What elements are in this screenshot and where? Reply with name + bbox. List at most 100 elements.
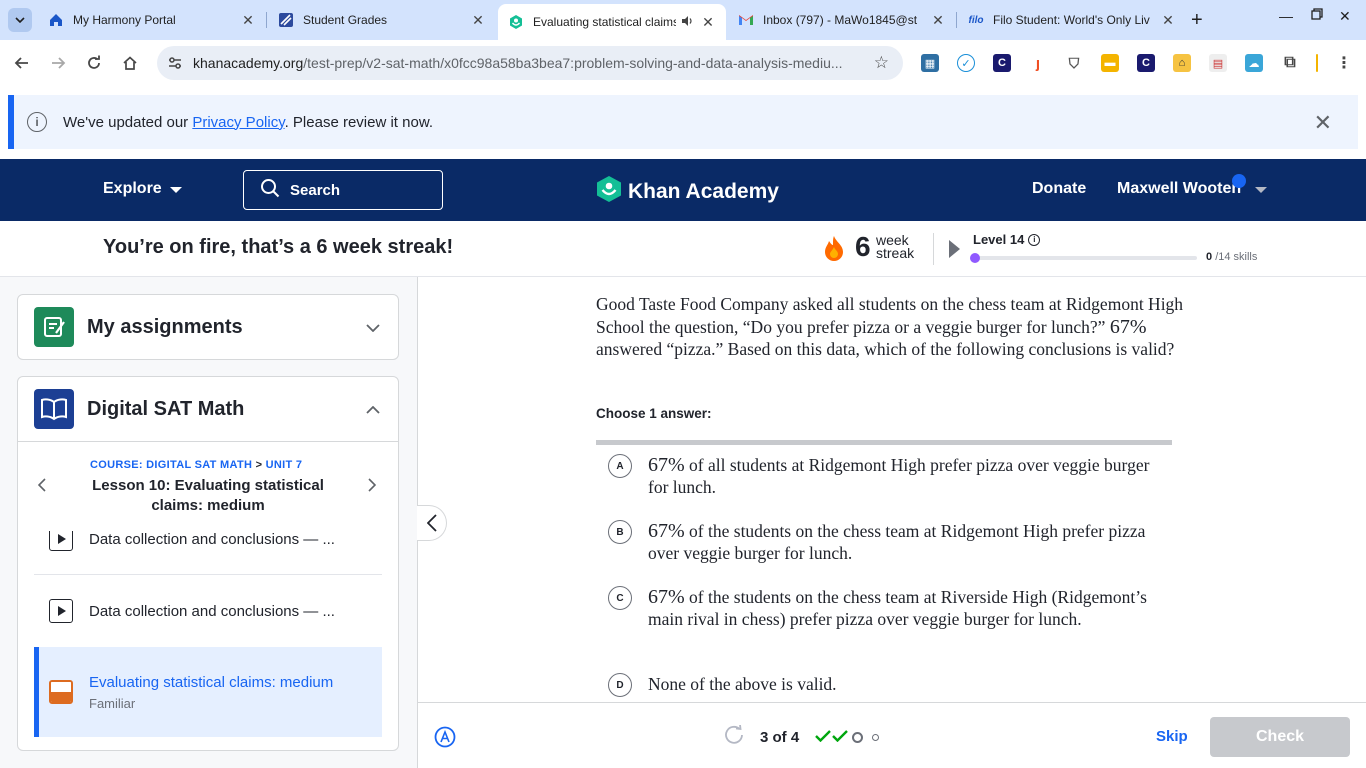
tab-title: Student Grades — [303, 13, 388, 27]
tab-title: Inbox (797) - MaWo1845@st — [763, 13, 918, 27]
prev-lesson-chevron-icon[interactable] — [37, 478, 46, 497]
skip-button[interactable]: Skip — [1156, 728, 1188, 745]
info-icon[interactable]: i — [1028, 233, 1041, 246]
lesson-item-label: Data collection and conclusions — ... — [89, 602, 335, 620]
close-tab-icon[interactable]: ✕ — [470, 12, 486, 28]
caret-down-icon — [169, 187, 182, 193]
level-progress-track — [971, 256, 1197, 260]
mastery-status: Familiar — [89, 695, 136, 711]
khan-academy-logo[interactable]: Khan Academy — [596, 175, 779, 209]
choices-divider — [596, 440, 1172, 445]
donate-link[interactable]: Donate — [1032, 180, 1086, 198]
progress-indicator: 3 of 4 — [724, 724, 880, 750]
privacy-banner: i We've updated our Privacy Policy. Plea… — [8, 95, 1358, 149]
logo-text: Khan Academy — [628, 180, 779, 203]
site-settings-icon[interactable] — [167, 55, 183, 71]
notification-dot — [1232, 174, 1246, 188]
banner-message: We've updated our Privacy Policy. Please… — [63, 113, 433, 131]
correct-check-icon — [832, 729, 849, 747]
choice-letter: B — [608, 520, 632, 544]
choose-prompt: Choose 1 answer: — [596, 406, 712, 421]
play-triangle-icon[interactable] — [949, 240, 960, 258]
minimize-button[interactable]: — — [1279, 8, 1293, 24]
khan-academy-icon — [508, 14, 524, 30]
choice-c[interactable]: C 67% of the students on the chess team … — [608, 586, 1168, 630]
home-icon[interactable] — [118, 51, 142, 75]
breadcrumb-course[interactable]: COURSE: DIGITAL SAT MATH — [90, 459, 252, 471]
tab-evaluating-statistical-claims[interactable]: Evaluating statistical claims ✕ — [498, 4, 726, 40]
privacy-policy-link[interactable]: Privacy Policy — [192, 114, 284, 131]
tab-filo[interactable]: filo Filo Student: World's Only Liv ✕ — [958, 4, 1186, 36]
collapse-sidebar-button[interactable] — [417, 505, 447, 541]
search-input[interactable]: Search — [243, 170, 443, 210]
tab-search-button[interactable] — [8, 8, 32, 32]
close-tab-icon[interactable]: ✕ — [240, 12, 256, 28]
lesson-item-video[interactable]: Data collection and conclusions — ... — [34, 531, 382, 575]
more-menu-icon[interactable]: ⋮ — [1335, 54, 1353, 72]
extension-c-icon[interactable]: C — [993, 54, 1011, 72]
extension-yellow-icon[interactable]: ▬ — [1101, 54, 1119, 72]
url-text: khanacademy.org/test-prep/v2-sat-math/x0… — [193, 55, 843, 71]
bookmark-star-icon[interactable]: ☆ — [874, 53, 889, 73]
check-button[interactable]: Check — [1210, 717, 1350, 757]
forward-arrow-icon[interactable] — [46, 51, 70, 75]
choice-letter: C — [608, 586, 632, 610]
play-icon — [49, 531, 73, 551]
choice-letter: A — [608, 454, 632, 478]
exercise-footer: 3 of 4 Skip Check — [418, 702, 1366, 768]
extensions-puzzle-icon[interactable]: ⧉ — [1281, 54, 1299, 72]
flame-icon — [823, 235, 845, 266]
lesson-title: Lesson 10: Evaluating statistical claims… — [92, 477, 324, 514]
next-lesson-chevron-icon[interactable] — [368, 478, 377, 497]
skills-count: 0 /14 skills — [1206, 251, 1258, 263]
extension-c2-icon[interactable]: C — [1137, 54, 1155, 72]
close-tab-icon[interactable]: ✕ — [930, 12, 946, 28]
my-assignments-title: My assignments — [87, 315, 243, 338]
close-banner-icon[interactable]: ✕ — [1314, 110, 1332, 136]
chevron-up-icon[interactable] — [366, 401, 380, 419]
lesson-nav: COURSE: DIGITAL SAT MATH > UNIT 7 Lesson… — [18, 441, 398, 529]
chevron-down-icon[interactable] — [366, 319, 380, 337]
extension-cloud-icon[interactable]: ☁ — [1245, 54, 1263, 72]
khan-logo-hex-icon — [596, 175, 622, 209]
close-window-button[interactable]: ✕ — [1339, 8, 1351, 25]
close-tab-icon[interactable]: ✕ — [700, 14, 716, 30]
correct-check-icon — [815, 729, 832, 747]
search-icon — [260, 178, 280, 203]
choice-d[interactable]: D None of the above is valid. — [608, 673, 1168, 697]
chevron-down-icon — [15, 17, 25, 23]
accessibility-icon[interactable] — [434, 726, 456, 753]
lesson-item-exercise-active[interactable]: Evaluating statistical claims: medium Fa… — [34, 647, 382, 737]
streak-count: 6 — [855, 231, 871, 262]
my-assignments-card[interactable]: My assignments — [17, 294, 399, 360]
tab-harmony[interactable]: My Harmony Portal ✕ — [38, 4, 266, 36]
explore-menu[interactable]: Explore — [103, 180, 182, 198]
tab-gmail-inbox[interactable]: Inbox (797) - MaWo1845@st ✕ — [728, 4, 956, 36]
chevron-left-icon — [426, 514, 437, 532]
tab-title: Evaluating statistical claims — [533, 15, 676, 29]
extension-shield-outline-icon[interactable]: ⛉ — [1065, 54, 1083, 72]
extension-lock-icon[interactable]: ⌂ — [1173, 54, 1191, 72]
extension-hook-icon[interactable]: ȷ — [1029, 54, 1047, 72]
new-tab-button[interactable]: + — [1191, 9, 1203, 32]
streak-bar: You’re on fire, that’s a 6 week streak! … — [0, 221, 1366, 277]
extension-image-icon[interactable]: ▤ — [1209, 54, 1227, 72]
back-arrow-icon[interactable] — [10, 51, 34, 75]
speaker-icon[interactable] — [680, 14, 694, 31]
assignments-icon — [34, 307, 74, 347]
course-header[interactable]: Digital SAT Math — [18, 377, 398, 441]
extension-book-icon[interactable]: ▦ — [921, 54, 939, 72]
address-bar[interactable]: khanacademy.org/test-prep/v2-sat-math/x0… — [157, 46, 903, 80]
restart-icon[interactable] — [724, 724, 746, 750]
choice-b[interactable]: B 67% of the students on the chess team … — [608, 520, 1168, 564]
restore-button[interactable] — [1311, 7, 1323, 23]
tab-student-grades[interactable]: Student Grades ✕ — [268, 4, 496, 36]
play-icon — [49, 599, 73, 623]
lesson-item-video[interactable]: Data collection and conclusions — ... — [34, 575, 382, 647]
reload-icon[interactable] — [82, 51, 106, 75]
close-tab-icon[interactable]: ✕ — [1160, 12, 1176, 28]
choice-a[interactable]: A 67% of all students at Ridgemont High … — [608, 454, 1168, 498]
tab-title: Filo Student: World's Only Liv — [993, 13, 1150, 27]
extension-shield-icon[interactable]: ✓ — [957, 54, 975, 72]
breadcrumb-unit[interactable]: UNIT 7 — [266, 459, 303, 471]
